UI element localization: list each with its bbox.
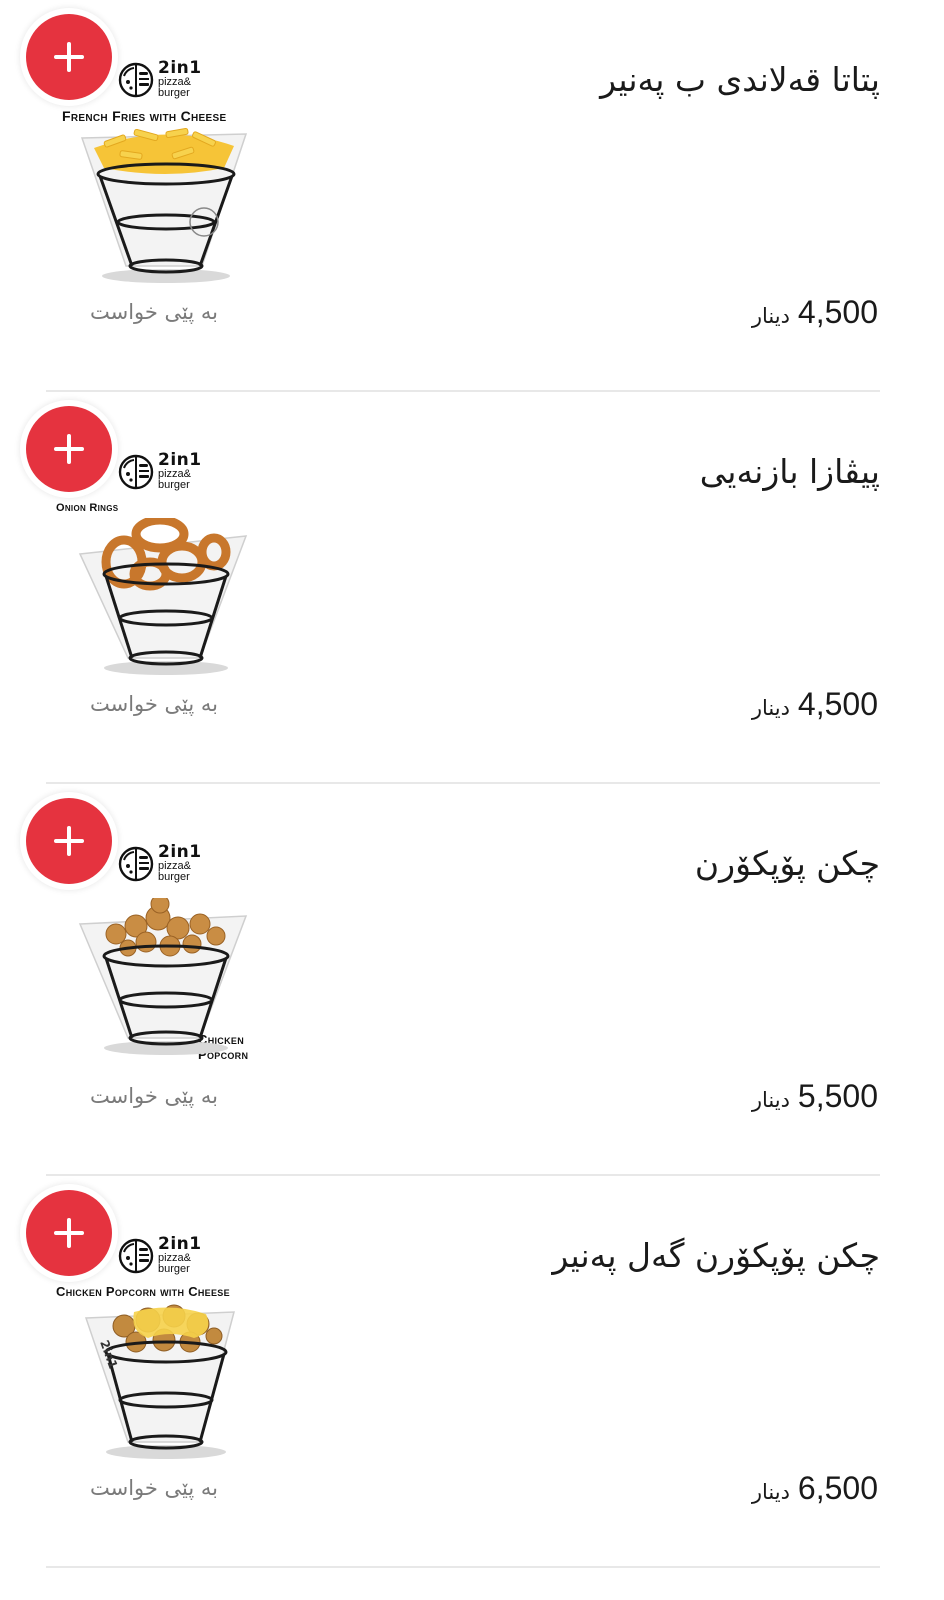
price: 4,500 دینار bbox=[752, 686, 878, 723]
brand-subtitle: burger bbox=[158, 479, 190, 491]
item-name: پتاتا قەلاندی ب پەنیر bbox=[600, 60, 880, 99]
price: 6,500 دینار bbox=[752, 1470, 878, 1507]
price-value: 5,500 bbox=[797, 1078, 878, 1114]
plus-icon bbox=[54, 434, 84, 464]
menu-list: 2in1 pizza& burger French Fries with Che… bbox=[0, 0, 944, 1600]
menu-item[interactable]: 2in1 pizza& burger Onion Rings پیڤازا با… bbox=[0, 392, 944, 784]
plus-icon bbox=[54, 1218, 84, 1248]
brand-name: 2in1 bbox=[158, 842, 202, 862]
chicken-popcorn-basket-image bbox=[78, 898, 248, 1055]
price: 5,500 دینار bbox=[752, 1078, 878, 1115]
brand-logo: 2in1 pizza& burger bbox=[118, 452, 202, 491]
custom-note: بە پێی خواست bbox=[90, 1084, 219, 1108]
menu-item[interactable]: 2in1 pizza& burger Chicken Popcorn چکن پ… bbox=[0, 784, 944, 1176]
brand-name: 2in1 bbox=[158, 58, 202, 78]
add-to-cart-button[interactable] bbox=[26, 798, 112, 884]
brand-name: 2in1 bbox=[158, 450, 202, 470]
item-name: چکن پۆپکۆرن گەل پەنیر bbox=[552, 1236, 880, 1275]
brand-logo: 2in1 pizza& burger bbox=[118, 1236, 202, 1275]
price-currency: دینار bbox=[751, 696, 790, 720]
onion-rings-basket-image bbox=[78, 518, 248, 675]
brand-logo-icon bbox=[118, 846, 154, 881]
plus-icon bbox=[54, 826, 84, 856]
price-value: 4,500 bbox=[797, 686, 878, 722]
plus-icon bbox=[54, 42, 84, 72]
price-currency: دینار bbox=[751, 1480, 790, 1504]
custom-note: بە پێی خواست bbox=[90, 1476, 219, 1500]
image-caption: French Fries with Cheese bbox=[62, 108, 227, 124]
brand-subtitle: burger bbox=[158, 87, 190, 99]
image-caption: Chicken Popcorn with Cheese bbox=[56, 1284, 230, 1299]
price-currency: دینار bbox=[751, 304, 790, 328]
brand-logo-icon bbox=[118, 1238, 154, 1273]
price-value: 4,500 bbox=[797, 294, 878, 330]
add-to-cart-button[interactable] bbox=[26, 406, 112, 492]
item-name: پیڤازا بازنەیی bbox=[699, 452, 880, 491]
price-value: 6,500 bbox=[797, 1470, 878, 1506]
add-to-cart-button[interactable] bbox=[26, 14, 112, 100]
fries-basket-image bbox=[80, 127, 248, 283]
add-to-cart-button[interactable] bbox=[26, 1190, 112, 1276]
brand-subtitle: burger bbox=[158, 871, 190, 883]
brand-subtitle: burger bbox=[158, 1263, 190, 1275]
item-name: چکن پۆپکۆرن bbox=[694, 844, 880, 883]
brand-name: 2in1 bbox=[158, 1234, 202, 1254]
brand-logo-icon bbox=[118, 62, 154, 97]
menu-item[interactable]: 2in1 pizza& burger French Fries with Che… bbox=[0, 0, 944, 392]
price-currency: دینار bbox=[751, 1088, 790, 1112]
brand-logo: 2in1 pizza& burger bbox=[118, 844, 202, 883]
price: 4,500 دینار bbox=[752, 294, 878, 331]
divider bbox=[46, 1566, 880, 1568]
custom-note: بە پێی خواست bbox=[90, 692, 219, 716]
brand-logo: 2in1 pizza& burger bbox=[118, 60, 202, 99]
brand-logo-icon bbox=[118, 454, 154, 489]
menu-item[interactable]: 2in1 pizza& burger Chicken Popcorn with … bbox=[0, 1176, 944, 1568]
image-caption: Onion Rings bbox=[56, 502, 119, 514]
custom-note: بە پێی خواست bbox=[90, 300, 219, 324]
chicken-popcorn-cheese-basket-image: 2in1 bbox=[84, 1304, 235, 1459]
